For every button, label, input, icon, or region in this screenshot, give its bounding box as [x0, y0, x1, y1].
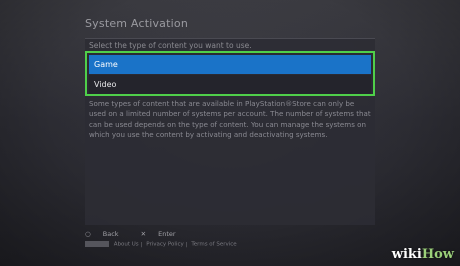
selection-prompt: Select the type of content you want to u…: [89, 41, 252, 50]
watermark-how: How: [421, 247, 454, 262]
footer-controls: ○ Back ✕ Enter: [85, 230, 196, 238]
back-label: Back: [102, 230, 119, 238]
content-type-list: Game Video: [85, 51, 375, 96]
circle-button-icon: ○: [85, 230, 91, 238]
enter-label: Enter: [158, 230, 176, 238]
sony-logo-icon: [85, 241, 109, 247]
footer-links: About Us | Privacy Policy | Terms of Servi…: [85, 241, 237, 248]
watermark-wiki: wiki: [391, 247, 422, 262]
option-game[interactable]: Game: [89, 55, 371, 74]
option-video[interactable]: Video: [89, 75, 371, 94]
back-control[interactable]: ○ Back: [85, 230, 131, 238]
cross-button-icon: ✕: [140, 230, 147, 238]
link-about-us[interactable]: About Us: [114, 242, 139, 248]
link-privacy-policy[interactable]: Privacy Policy: [146, 242, 183, 248]
link-terms-of-service[interactable]: Terms of Service: [191, 242, 236, 248]
description-text: Some types of content that are available…: [89, 99, 371, 139]
separator: |: [140, 241, 143, 248]
page-title: System Activation: [85, 17, 188, 30]
enter-control[interactable]: ✕ Enter: [141, 230, 186, 238]
wikihow-watermark: wikiHow: [392, 247, 454, 262]
separator: |: [185, 241, 188, 248]
